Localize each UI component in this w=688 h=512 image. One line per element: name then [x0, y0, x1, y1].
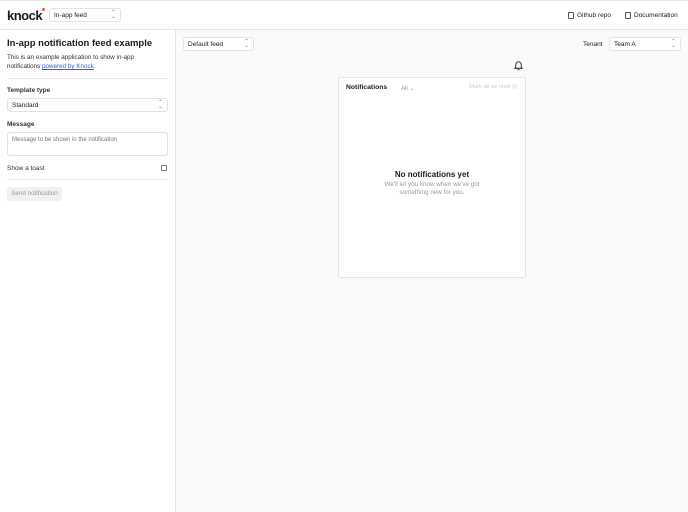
empty-title: No notifications yet: [394, 170, 470, 179]
show-toast-checkbox[interactable]: [161, 165, 167, 171]
message-input[interactable]: [7, 132, 168, 156]
chevron-updown-icon: ⌃ ⌄: [243, 39, 249, 49]
knock-logo[interactable]: knock: [7, 8, 46, 23]
feed-select[interactable]: Default feed ⌃ ⌄: [183, 37, 254, 51]
show-toast-label: Show a toast: [7, 165, 45, 172]
template-type-label: Template type: [7, 87, 51, 94]
page-title: In-app notification feed example: [7, 38, 153, 49]
chevron-down-icon: ⌄: [409, 86, 415, 92]
notification-feed-panel: Notifications All ⌄ Mark all as read ◎ N…: [338, 77, 526, 278]
empty-subtitle: We'll let you know when we've got somethi…: [384, 181, 480, 196]
divider: [7, 179, 167, 180]
chevron-updown-icon: ⌃ ⌄: [670, 39, 676, 49]
message-label: Message: [7, 121, 35, 128]
github-icon: [568, 12, 574, 19]
tenant-select[interactable]: Team A ⌃ ⌄: [609, 37, 681, 51]
panel-title: Notifications: [346, 84, 388, 91]
filter-dropdown[interactable]: All ⌄: [401, 85, 414, 92]
top-header: knock In-app feed ⌃ ⌄ Github repo Document…: [0, 0, 688, 30]
documentation-link[interactable]: Documentation: [625, 12, 678, 19]
template-type-select[interactable]: Standard ⌃ ⌄: [7, 98, 168, 112]
feed-type-select[interactable]: In-app feed ⌃ ⌄: [49, 8, 121, 22]
tenant-label: Tenant: [583, 41, 603, 48]
book-icon: [625, 12, 631, 19]
chevron-updown-icon: ⌃ ⌄: [157, 100, 163, 110]
check-circle-icon: ◎: [511, 84, 517, 90]
chevron-updown-icon: ⌃ ⌄: [110, 10, 116, 20]
send-notification-button[interactable]: Send notification: [7, 187, 62, 201]
bell-icon[interactable]: [513, 60, 524, 71]
divider: [7, 78, 167, 79]
mark-all-read-button[interactable]: Mark all as read ◎: [469, 84, 517, 90]
description: This is an example application to show i…: [7, 54, 135, 70]
github-repo-link[interactable]: Github repo: [568, 12, 611, 19]
powered-by-knock-link[interactable]: powered by Knock: [42, 63, 94, 70]
